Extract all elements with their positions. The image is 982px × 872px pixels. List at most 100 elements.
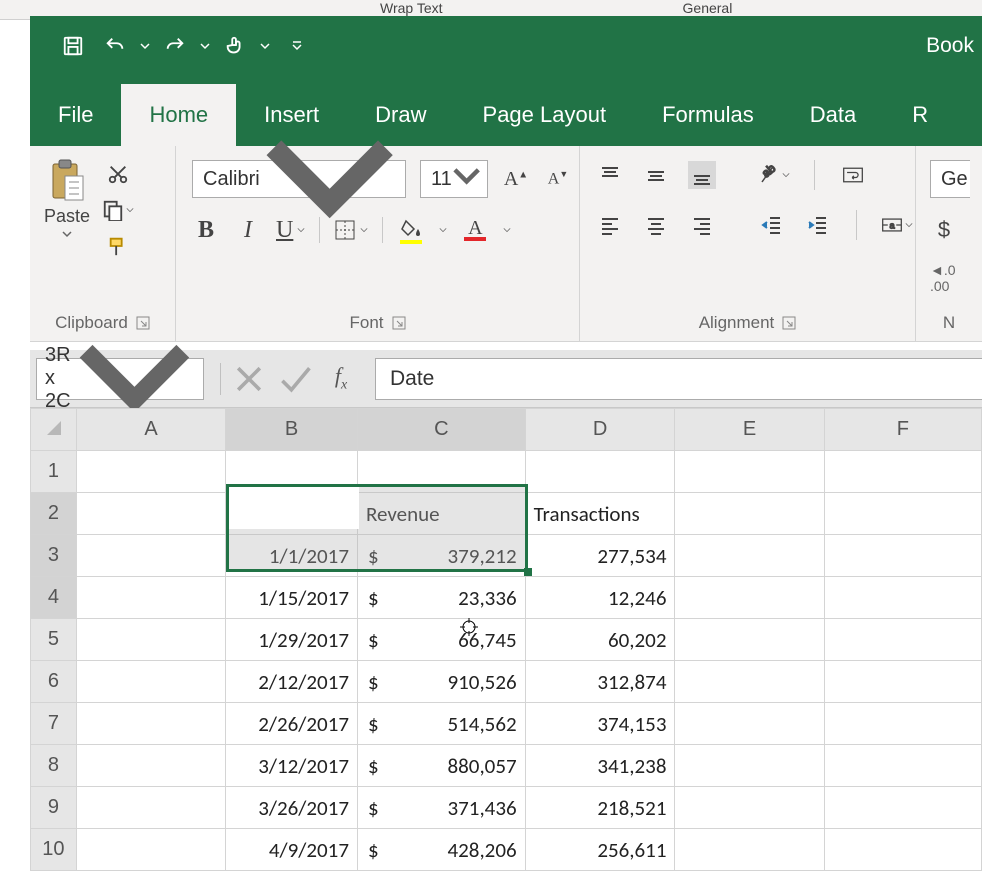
cell-C9[interactable]: $371,436 xyxy=(357,787,525,829)
font-name-combo[interactable]: Calibri xyxy=(192,160,406,198)
cell-C7[interactable]: $514,562 xyxy=(357,703,525,745)
save-button[interactable] xyxy=(56,29,90,63)
chevron-down-icon[interactable] xyxy=(782,164,790,186)
redo-dropdown-icon[interactable] xyxy=(200,41,210,51)
tab-file[interactable]: File xyxy=(30,84,121,146)
row-header-5[interactable]: 5 xyxy=(31,619,77,661)
copy-button[interactable] xyxy=(102,196,134,224)
cell-C3[interactable]: $379,212 xyxy=(357,535,525,577)
col-header-D[interactable]: D xyxy=(525,409,675,451)
cell-E6[interactable] xyxy=(675,661,824,703)
cell-D6[interactable]: 312,874 xyxy=(525,661,675,703)
cell-E7[interactable] xyxy=(675,703,824,745)
paste-dropdown-icon[interactable] xyxy=(62,229,72,239)
cell-D2[interactable]: Transactions xyxy=(525,493,675,535)
redo-button[interactable] xyxy=(158,29,192,63)
cell-F8[interactable] xyxy=(824,745,981,787)
enter-formula-button[interactable] xyxy=(277,361,313,397)
cell-B5[interactable]: 1/29/2017 xyxy=(226,619,358,661)
cell-E5[interactable] xyxy=(675,619,824,661)
cell-E3[interactable] xyxy=(675,535,824,577)
cell-B3[interactable]: 1/1/2017 xyxy=(226,535,358,577)
chevron-down-icon[interactable] xyxy=(439,225,447,235)
cell-E8[interactable] xyxy=(675,745,824,787)
cell-F4[interactable] xyxy=(824,577,981,619)
cancel-formula-button[interactable] xyxy=(231,361,267,397)
undo-dropdown-icon[interactable] xyxy=(140,41,150,51)
cell-D9[interactable]: 218,521 xyxy=(525,787,675,829)
number-format-combo[interactable]: Ge xyxy=(930,160,970,198)
cell-D5[interactable]: 60,202 xyxy=(525,619,675,661)
tab-page-layout[interactable]: Page Layout xyxy=(455,84,635,146)
row-header-4[interactable]: 4 xyxy=(31,577,77,619)
row-header-8[interactable]: 8 xyxy=(31,745,77,787)
tab-home[interactable]: Home xyxy=(121,84,236,146)
row-header-3[interactable]: 3 xyxy=(31,535,77,577)
align-top-button[interactable] xyxy=(596,161,624,189)
cell-E4[interactable] xyxy=(675,577,824,619)
qat-customize-icon[interactable] xyxy=(292,41,302,51)
spreadsheet-grid[interactable]: A B C D E F 1 2DateRevenueTransactions 3… xyxy=(30,408,982,872)
cell-A3[interactable] xyxy=(76,535,225,577)
col-header-E[interactable]: E xyxy=(675,409,824,451)
row-header-6[interactable]: 6 xyxy=(31,661,77,703)
cell-A10[interactable] xyxy=(76,829,225,871)
borders-button[interactable] xyxy=(334,216,368,244)
accounting-format-button[interactable]: $ xyxy=(930,216,958,244)
name-box[interactable]: 3R x 2C xyxy=(36,358,204,400)
cell-E9[interactable] xyxy=(675,787,824,829)
col-header-A[interactable]: A xyxy=(76,409,225,451)
cell-F1[interactable] xyxy=(824,451,981,493)
col-header-C[interactable]: C xyxy=(357,409,525,451)
row-header-1[interactable]: 1 xyxy=(31,451,77,493)
cell-B6[interactable]: 2/12/2017 xyxy=(226,661,358,703)
cell-A6[interactable] xyxy=(76,661,225,703)
cell-D4[interactable]: 12,246 xyxy=(525,577,675,619)
fill-color-button[interactable] xyxy=(397,216,425,244)
orientation-button[interactable]: ab xyxy=(758,161,790,189)
align-bottom-button[interactable] xyxy=(688,161,716,189)
cell-A7[interactable] xyxy=(76,703,225,745)
font-size-combo[interactable]: 11 xyxy=(420,160,488,198)
fill-handle[interactable] xyxy=(524,568,532,576)
chevron-down-icon[interactable] xyxy=(360,219,368,241)
undo-button[interactable] xyxy=(98,29,132,63)
cell-B4[interactable]: 1/15/2017 xyxy=(226,577,358,619)
cell-F7[interactable] xyxy=(824,703,981,745)
cell-C6[interactable]: $910,526 xyxy=(357,661,525,703)
tab-formulas[interactable]: Formulas xyxy=(634,84,782,146)
grow-font-button[interactable]: A▲ xyxy=(502,165,530,193)
touch-dropdown-icon[interactable] xyxy=(260,41,270,51)
cell-F2[interactable] xyxy=(824,493,981,535)
formula-bar[interactable]: Date xyxy=(375,358,982,400)
alignment-dialog-launcher-icon[interactable] xyxy=(782,316,796,330)
row-header-10[interactable]: 10 xyxy=(31,829,77,871)
row-header-2[interactable]: 2 xyxy=(31,493,77,535)
cell-C8[interactable]: $880,057 xyxy=(357,745,525,787)
shrink-font-button[interactable]: A▼ xyxy=(544,165,572,193)
tab-data[interactable]: Data xyxy=(782,84,884,146)
cell-E10[interactable] xyxy=(675,829,824,871)
cell-F6[interactable] xyxy=(824,661,981,703)
cell-E1[interactable] xyxy=(675,451,824,493)
cut-button[interactable] xyxy=(102,160,134,188)
cell-C5[interactable]: $66,745 xyxy=(357,619,525,661)
chevron-down-icon[interactable] xyxy=(905,214,913,236)
cell-F5[interactable] xyxy=(824,619,981,661)
cell-B7[interactable]: 2/26/2017 xyxy=(226,703,358,745)
cell-F3[interactable] xyxy=(824,535,981,577)
cell-D7[interactable]: 374,153 xyxy=(525,703,675,745)
col-header-F[interactable]: F xyxy=(824,409,981,451)
decrease-indent-button[interactable] xyxy=(758,211,786,239)
paste-button[interactable]: Paste xyxy=(40,154,94,239)
cell-F10[interactable] xyxy=(824,829,981,871)
align-middle-button[interactable] xyxy=(642,161,670,189)
italic-button[interactable]: I xyxy=(234,216,262,244)
select-all-corner[interactable] xyxy=(31,409,77,451)
row-header-7[interactable]: 7 xyxy=(31,703,77,745)
cell-B10[interactable]: 4/9/2017 xyxy=(226,829,358,871)
cell-D3[interactable]: 277,534 xyxy=(525,535,675,577)
font-color-button[interactable]: A xyxy=(461,216,489,244)
cell-F9[interactable] xyxy=(824,787,981,829)
bold-button[interactable]: B xyxy=(192,216,220,244)
